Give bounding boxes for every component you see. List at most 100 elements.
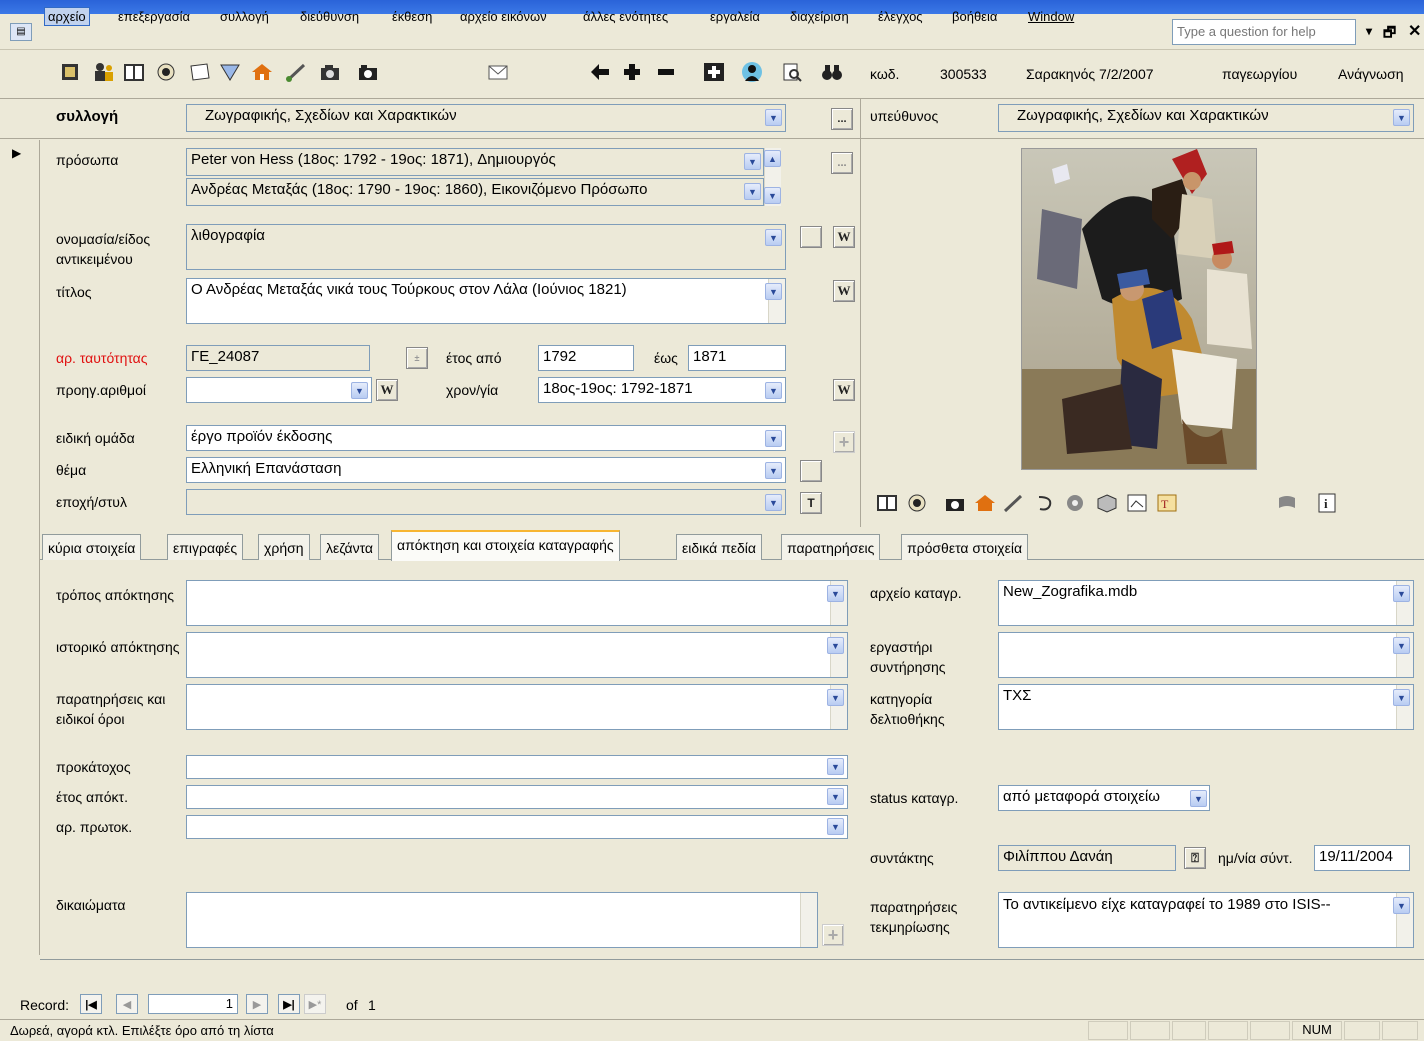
- add-record-icon[interactable]: [702, 60, 726, 84]
- chevron-down-icon[interactable]: ▼: [765, 494, 782, 511]
- chevron-down-icon[interactable]: ▼: [1393, 637, 1410, 654]
- object-name-extra-button[interactable]: [800, 226, 822, 248]
- book-icon[interactable]: [122, 60, 146, 84]
- chevron-down-icon[interactable]: ▼: [765, 430, 782, 447]
- doc-notes-field[interactable]: Το αντικείμενο είχε καταγραφεί το 1989 σ…: [998, 892, 1414, 948]
- user-icon[interactable]: ⍰: [1184, 847, 1206, 869]
- undo-icon[interactable]: [1034, 492, 1056, 514]
- chevron-down-icon[interactable]: ▼: [765, 382, 782, 399]
- collection-select[interactable]: Ζωγραφικής, Σχεδίων και Χαρακτικών: [186, 104, 786, 132]
- title-w-button[interactable]: W: [833, 280, 855, 302]
- theme-extra-button[interactable]: [800, 460, 822, 482]
- film-icon[interactable]: [1064, 492, 1086, 514]
- tab-use[interactable]: χρήση: [258, 534, 310, 560]
- tab-special-fields[interactable]: ειδικά πεδία: [676, 534, 762, 560]
- era-field[interactable]: [186, 489, 786, 515]
- chevron-down-icon[interactable]: ▼: [765, 283, 782, 300]
- persons-browse-button[interactable]: ...: [831, 152, 853, 174]
- chevron-down-icon[interactable]: ▼: [744, 183, 761, 200]
- id-spin-button[interactable]: ±: [406, 347, 428, 369]
- record-number-input[interactable]: 1: [148, 994, 238, 1014]
- menu-management[interactable]: διαχείριση: [790, 9, 849, 24]
- book-icon[interactable]: [876, 492, 898, 514]
- persons-row-2[interactable]: Ανδρέας Μεταξάς (18ος: 1790 - 19ος: 1860…: [186, 178, 764, 206]
- menu-help[interactable]: βοήθεια: [952, 9, 997, 24]
- chevron-down-icon[interactable]: ▼: [351, 382, 368, 399]
- shape-icon[interactable]: [218, 60, 242, 84]
- last-record-button[interactable]: ▶|: [278, 994, 300, 1014]
- collection-browse-button[interactable]: ...: [831, 108, 853, 130]
- home-icon[interactable]: [974, 492, 996, 514]
- chevron-down-icon[interactable]: ▼: [765, 229, 782, 246]
- chevron-down-icon[interactable]: ▼: [765, 109, 782, 126]
- menu-edit[interactable]: επεξεργασία: [118, 9, 190, 24]
- prev-owner-field[interactable]: [186, 755, 848, 779]
- tab-notes[interactable]: παρατηρήσεις: [781, 534, 881, 560]
- year-from-field[interactable]: 1792: [538, 345, 634, 371]
- persons-row-1[interactable]: Peter von Hess (18ος: 1792 - 19ος: 1871)…: [186, 148, 764, 176]
- responsible-select[interactable]: Ζωγραφικής, Σχεδίων και Χαρακτικών: [998, 104, 1414, 132]
- title-field[interactable]: Ο Ανδρέας Μεταξάς νικά τους Τούρκους στο…: [186, 278, 786, 324]
- text-icon[interactable]: T: [1156, 492, 1178, 514]
- print-preview-icon[interactable]: [780, 60, 804, 84]
- camera-alt-icon[interactable]: [356, 60, 380, 84]
- acq-history-field[interactable]: [186, 632, 848, 678]
- menu-collection[interactable]: συλλογή: [220, 9, 269, 24]
- prev-numbers-field[interactable]: [186, 377, 372, 403]
- tab-acquisition[interactable]: απόκτηση και στοιχεία καταγραφής: [391, 530, 620, 561]
- acq-year-field[interactable]: [186, 785, 848, 809]
- chevron-down-icon[interactable]: ▼: [1393, 897, 1410, 914]
- tab-main[interactable]: κύρια στοιχεία: [42, 534, 142, 560]
- chronology-w-button[interactable]: W: [833, 379, 855, 401]
- figure-icon[interactable]: [740, 60, 764, 84]
- camera-icon[interactable]: [944, 492, 966, 514]
- chevron-down-icon[interactable]: ▼: [1190, 790, 1207, 807]
- id-field[interactable]: ΓΕ_24087: [186, 345, 370, 371]
- box-icon[interactable]: [1096, 492, 1118, 514]
- brush-icon[interactable]: [284, 60, 308, 84]
- status-field[interactable]: από μεταφορά στοιχείω: [998, 785, 1210, 811]
- rights-scrollbar[interactable]: [800, 893, 817, 947]
- chevron-down-icon[interactable]: ▼: [827, 818, 844, 835]
- help-dropdown-icon[interactable]: ▾: [1366, 24, 1372, 38]
- chevron-down-icon[interactable]: ▼: [827, 689, 844, 706]
- menu-other-sections[interactable]: άλλες ενότητες: [583, 9, 668, 24]
- menu-address[interactable]: διεύθυνση: [300, 9, 359, 24]
- new-record-button[interactable]: ▶*: [304, 994, 326, 1014]
- card-icon[interactable]: [58, 60, 82, 84]
- home-icon[interactable]: [250, 60, 274, 84]
- chevron-down-icon[interactable]: ▼: [827, 788, 844, 805]
- record-selector[interactable]: [0, 140, 40, 955]
- camera-icon[interactable]: [318, 60, 342, 84]
- page-icon[interactable]: [188, 60, 212, 84]
- mail-icon[interactable]: [486, 60, 510, 84]
- eye-icon[interactable]: [906, 492, 928, 514]
- menu-window[interactable]: Window: [1028, 9, 1074, 24]
- date-field[interactable]: 19/11/2004: [1314, 845, 1410, 871]
- first-record-button[interactable]: |◀: [80, 994, 102, 1014]
- menu-check[interactable]: έλεγχος: [878, 9, 923, 24]
- chevron-down-icon[interactable]: ▼: [827, 585, 844, 602]
- rights-add-button[interactable]: +: [822, 924, 844, 946]
- record-file-field[interactable]: New_Zografika.mdb: [998, 580, 1414, 626]
- info-icon[interactable]: i: [1316, 492, 1338, 514]
- chevron-down-icon[interactable]: ▼: [1393, 585, 1410, 602]
- category-field[interactable]: ΤΧΣ: [998, 684, 1414, 730]
- tab-inscriptions[interactable]: επιγραφές: [167, 534, 244, 560]
- menu-exhibition[interactable]: έκθεση: [392, 9, 432, 24]
- object-name-field[interactable]: λιθογραφία: [186, 224, 786, 270]
- chart-icon[interactable]: [1126, 492, 1148, 514]
- object-name-w-button[interactable]: W: [833, 226, 855, 248]
- chevron-down-icon[interactable]: ▼: [1393, 109, 1410, 126]
- menu-image-archive[interactable]: αρχείο εικόνων: [460, 9, 547, 24]
- flag-icon[interactable]: [1276, 492, 1298, 514]
- theme-field[interactable]: Ελληνική Επανάσταση: [186, 457, 786, 483]
- acq-method-field[interactable]: [186, 580, 848, 626]
- prev-record-button[interactable]: ◀: [116, 994, 138, 1014]
- arrow-left-icon[interactable]: [588, 60, 612, 84]
- acq-notes-field[interactable]: [186, 684, 848, 730]
- plus-icon[interactable]: [620, 60, 644, 84]
- era-t-button[interactable]: T: [800, 492, 822, 514]
- chevron-down-icon[interactable]: ▼: [827, 637, 844, 654]
- chevron-down-icon[interactable]: ▼: [827, 758, 844, 775]
